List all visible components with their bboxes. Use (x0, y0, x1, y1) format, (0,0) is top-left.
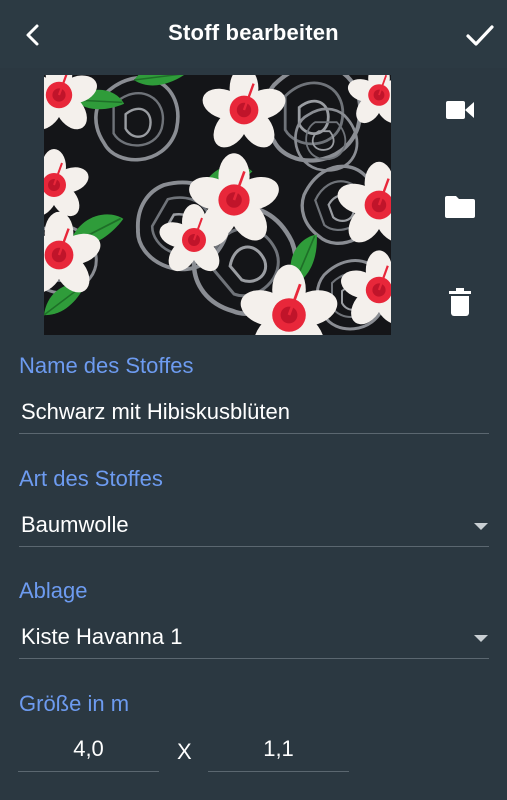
page-title: Stoff bearbeiten (168, 20, 339, 45)
choose-folder-button[interactable] (440, 186, 480, 226)
fabric-type-select[interactable]: Baumwolle (21, 512, 129, 538)
trash-icon (449, 288, 471, 316)
check-icon (466, 25, 494, 46)
chevron-down-icon[interactable] (474, 523, 488, 530)
storage-label: Ablage (19, 578, 88, 603)
fabric-type-label: Art des Stoffes (19, 466, 163, 491)
size-width-underline (18, 771, 159, 772)
fabric-name-label: Name des Stoffes (19, 353, 194, 378)
fabric-photo-image (44, 75, 391, 335)
size-height-underline (208, 771, 349, 772)
fabric-type-underline (19, 546, 489, 547)
save-button[interactable] (463, 18, 497, 52)
storage-select[interactable]: Kiste Havanna 1 (21, 624, 182, 650)
size-width-field[interactable]: 4,0 (18, 736, 159, 772)
delete-photo-button[interactable] (440, 282, 480, 322)
fabric-name-input[interactable]: Schwarz mit Hibiskusblüten (21, 399, 290, 425)
size-separator: X (177, 739, 192, 764)
videocam-icon (446, 101, 474, 119)
size-height-field[interactable]: 1,1 (208, 736, 349, 772)
size-height-input[interactable]: 1,1 (208, 736, 349, 762)
storage-underline (19, 658, 489, 659)
record-video-button[interactable] (440, 90, 480, 130)
fabric-name-underline (19, 433, 489, 434)
fabric-photo[interactable] (44, 75, 391, 335)
app-bar: Stoff bearbeiten (0, 0, 507, 68)
size-label: Größe in m (19, 691, 130, 716)
chevron-down-icon[interactable] (474, 635, 488, 642)
folder-icon (445, 196, 475, 218)
size-width-input[interactable]: 4,0 (18, 736, 159, 762)
